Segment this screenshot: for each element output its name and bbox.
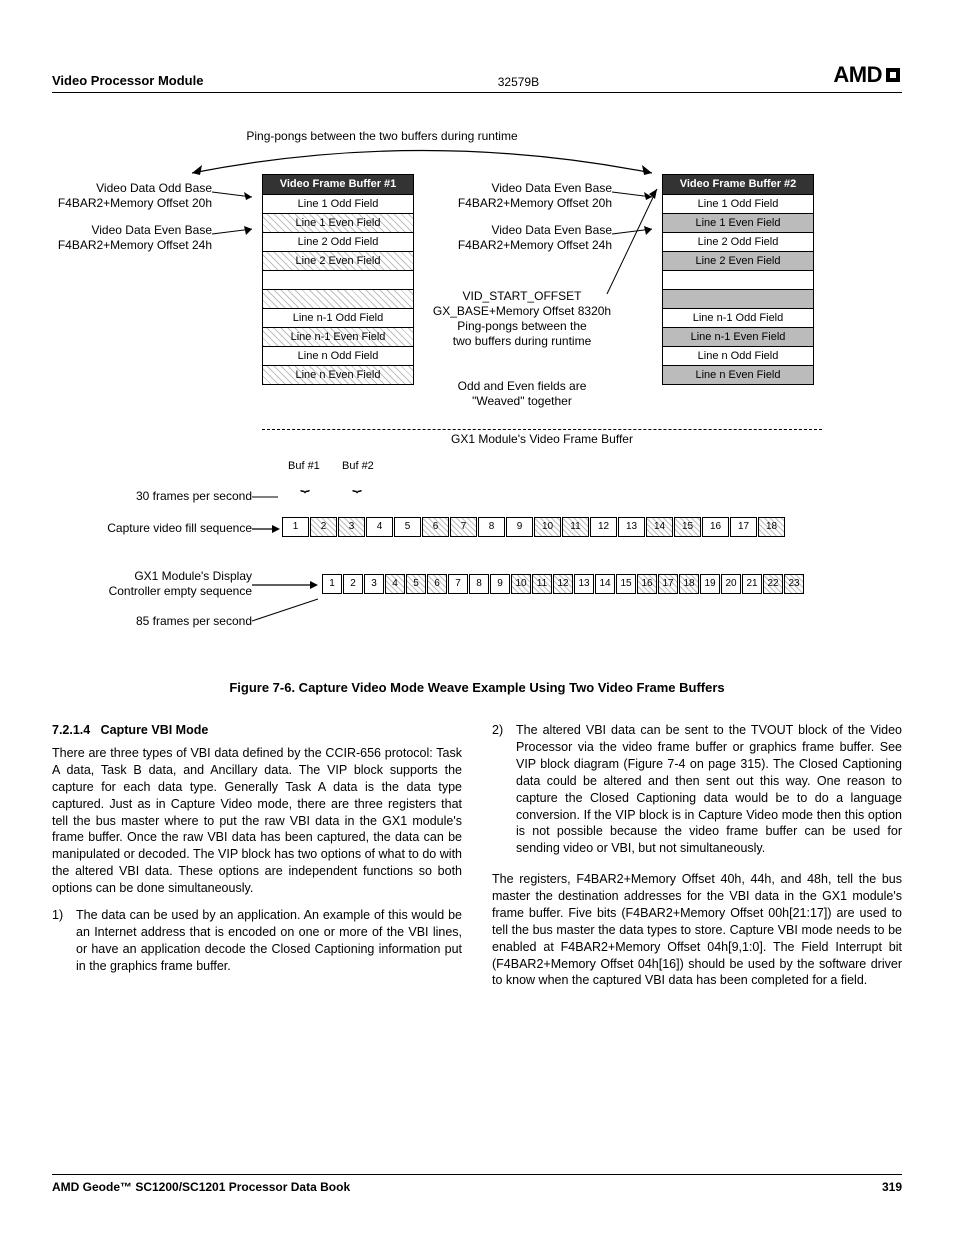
seq2-cell: 11 xyxy=(532,574,552,594)
figure-caption: Figure 7-6. Capture Video Mode Weave Exa… xyxy=(52,679,902,697)
seq1-cell: 12 xyxy=(590,517,617,537)
seq2-cell: 18 xyxy=(679,574,699,594)
seq1-cell: 5 xyxy=(394,517,421,537)
seq1-cell: 13 xyxy=(618,517,645,537)
seq2-cell: 16 xyxy=(637,574,657,594)
seq2-cell: 7 xyxy=(448,574,468,594)
fps-30-label: 30 frames per second xyxy=(52,489,252,504)
odd-base-label: Video Data Odd BaseF4BAR2+Memory Offset … xyxy=(22,181,212,211)
seq2-cell: 15 xyxy=(616,574,636,594)
seq2-cell: 3 xyxy=(364,574,384,594)
seq2-cell: 6 xyxy=(427,574,447,594)
seq1-cell: 18 xyxy=(758,517,785,537)
capture-sequence-row: 123456789101112131415161718 xyxy=(282,517,786,537)
seq2-cell: 22 xyxy=(763,574,783,594)
seq1-cell: 15 xyxy=(674,517,701,537)
seq1-cell: 9 xyxy=(506,517,533,537)
list-item-2: 2)The altered VBI data can be sent to th… xyxy=(492,722,902,857)
section-heading: 7.2.1.4 Capture VBI Mode xyxy=(52,722,462,739)
seq2-cell: 13 xyxy=(574,574,594,594)
seq2-cell: 8 xyxy=(469,574,489,594)
page-footer: AMD Geode™ SC1200/SC1201 Processor Data … xyxy=(52,1174,902,1195)
seq2-cell: 23 xyxy=(784,574,804,594)
vid-start-offset: VID_START_OFFSET GX_BASE+Memory Offset 8… xyxy=(422,289,622,349)
display-sequence-row: 1234567891011121314151617181920212223 xyxy=(322,574,805,594)
seq1-cell: 6 xyxy=(422,517,449,537)
seq1-cell: 2 xyxy=(310,517,337,537)
even-base-label-left: Video Data Even BaseF4BAR2+Memory Offset… xyxy=(22,223,212,253)
figure-7-6: Ping-pongs between the two buffers durin… xyxy=(52,129,902,669)
seq1-cell: 17 xyxy=(730,517,757,537)
seq2-cell: 21 xyxy=(742,574,762,594)
even-base-r-1: Video Data Even BaseF4BAR2+Memory Offset… xyxy=(422,181,612,211)
seq2-cell: 20 xyxy=(721,574,741,594)
seq1-cell: 4 xyxy=(366,517,393,537)
fps-85-label: 85 frames per second xyxy=(52,614,252,629)
display-seq-label: GX1 Module's DisplayController empty seq… xyxy=(52,569,252,599)
header-docnum: 32579B xyxy=(498,74,539,90)
paragraph-1: There are three types of VBI data define… xyxy=(52,745,462,897)
seq1-cell: 1 xyxy=(282,517,309,537)
buf1-label: Buf #1 xyxy=(288,459,320,474)
buf2-label: Buf #2 xyxy=(342,459,374,474)
seq2-cell: 5 xyxy=(406,574,426,594)
even-base-r-2: Video Data Even BaseF4BAR2+Memory Offset… xyxy=(422,223,612,253)
paragraph-2: The registers, F4BAR2+Memory Offset 40h,… xyxy=(492,871,902,989)
seq1-cell: 7 xyxy=(450,517,477,537)
seq2-cell: 4 xyxy=(385,574,405,594)
amd-logo: AMD xyxy=(833,60,902,90)
seq2-cell: 14 xyxy=(595,574,615,594)
seq1-cell: 11 xyxy=(562,517,589,537)
seq1-cell: 3 xyxy=(338,517,365,537)
seq2-cell: 19 xyxy=(700,574,720,594)
seq1-cell: 10 xyxy=(534,517,561,537)
seq2-cell: 9 xyxy=(490,574,510,594)
seq2-cell: 12 xyxy=(553,574,573,594)
ping-pong-caption: Ping-pongs between the two buffers durin… xyxy=(172,129,592,144)
body-columns: 7.2.1.4 Capture VBI Mode There are three… xyxy=(52,722,902,989)
gx1-frame-buffer-label: GX1 Module's Video Frame Buffer xyxy=(432,432,652,447)
video-frame-buffer-2: Video Frame Buffer #2 Line 1 Odd Field L… xyxy=(662,174,814,385)
seq2-cell: 2 xyxy=(343,574,363,594)
seq1-cell: 16 xyxy=(702,517,729,537)
seq2-cell: 10 xyxy=(511,574,531,594)
seq2-cell: 17 xyxy=(658,574,678,594)
header-left: Video Processor Module xyxy=(52,72,203,90)
seq2-cell: 1 xyxy=(322,574,342,594)
seq1-cell: 8 xyxy=(478,517,505,537)
seq1-cell: 14 xyxy=(646,517,673,537)
video-frame-buffer-1: Video Frame Buffer #1 Line 1 Odd Field L… xyxy=(262,174,414,385)
list-item-1: 1)The data can be used by an application… xyxy=(52,907,462,975)
weave-caption: Odd and Even fields are"Weaved" together xyxy=(422,379,622,409)
capture-seq-label: Capture video fill sequence xyxy=(52,521,252,536)
